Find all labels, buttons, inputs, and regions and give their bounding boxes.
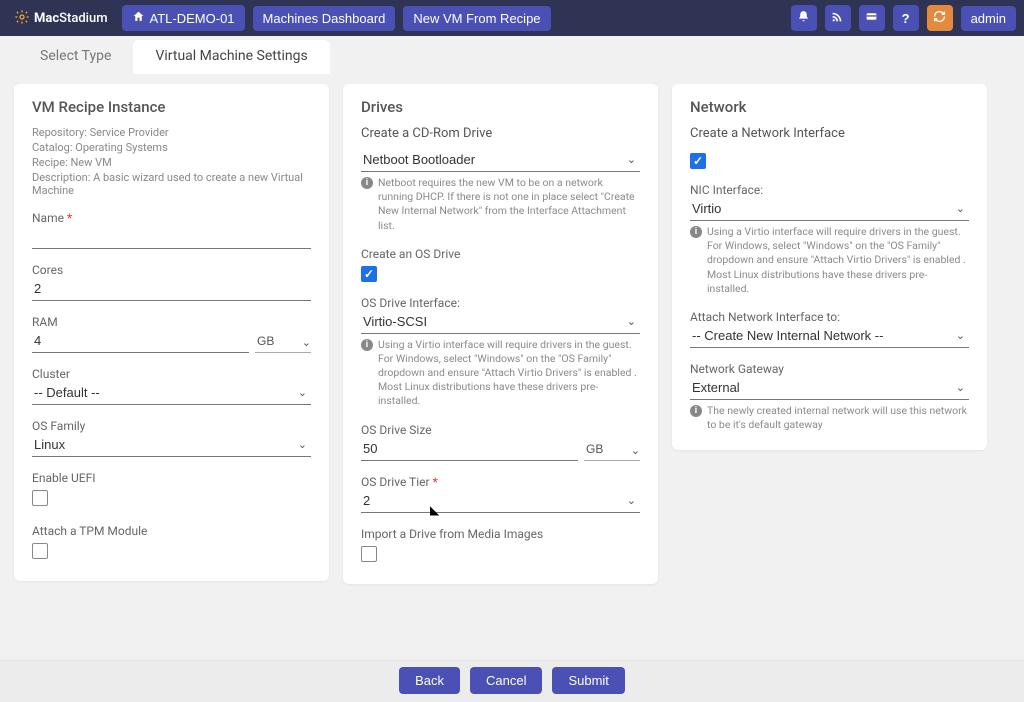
tab-vm-settings[interactable]: Virtual Machine Settings [133,40,329,74]
ossize-unit-select[interactable]: GB [584,439,640,461]
nic-select[interactable]: Virtio [690,198,969,221]
logo: MacStadium [8,9,114,28]
osfamily-label: OS Family [32,419,311,433]
admin-button[interactable]: admin [961,6,1016,31]
osdrive-checkbox[interactable]: ✓ [361,266,377,282]
tpm-label: Attach a TPM Module [32,524,311,538]
cdrom-select[interactable]: Netboot Bootloader [361,149,640,172]
notifications-button[interactable] [791,5,817,31]
ostier-select[interactable]: 2 [361,490,640,513]
cancel-button[interactable]: Cancel [470,667,542,694]
panel-drives-title: Drives [361,98,640,116]
meta-recipe: Recipe: New VM [32,156,311,169]
cdrom-note: i Netboot requires the new VM to be on a… [361,176,640,233]
panel-drives: Drives Create a CD-Rom Drive Netboot Boo… [343,84,658,584]
cores-input[interactable] [32,278,311,301]
info-icon: i [361,177,373,189]
cores-label: Cores [32,263,311,277]
back-button[interactable]: Back [399,667,460,694]
gateway-note: i The newly created internal network wil… [690,404,969,432]
osiface-select[interactable]: Virtio-SCSI [361,311,640,334]
top-nav: MacStadium ATL-DEMO-01 Machines Dashboar… [0,0,1024,36]
rss-icon [831,10,844,26]
gateway-select[interactable]: External [690,377,969,400]
nic-note: i Using a Virtio interface will require … [690,225,969,296]
refresh-button[interactable] [927,5,953,31]
osiface-note: i Using a Virtio interface will require … [361,338,640,409]
ram-label: RAM [32,315,311,329]
ram-input[interactable] [32,330,249,353]
ram-unit-select[interactable]: GB [255,331,311,353]
info-icon: i [690,405,702,417]
osfamily-select[interactable]: Linux [32,434,311,457]
nav-dashboard-button[interactable]: Machines Dashboard [253,6,396,31]
bell-icon [797,10,810,26]
cdrom-label: Create a CD-Rom Drive [361,126,640,141]
nav-home-button[interactable]: ATL-DEMO-01 [122,5,245,31]
create-nic-checkbox[interactable]: ✓ [690,153,706,169]
tabs: Select Type Virtual Machine Settings [0,36,1024,74]
panel-recipe: VM Recipe Instance Repository: Service P… [14,84,329,581]
import-checkbox[interactable] [361,546,377,562]
attach-label: Attach Network Interface to: [690,310,969,324]
submit-button[interactable]: Submit [552,667,624,694]
gateway-label: Network Gateway [690,362,969,376]
cluster-select[interactable]: -- Default -- [32,382,311,405]
attach-select[interactable]: -- Create New Internal Network -- [690,325,969,348]
osdrive-label: Create an OS Drive [361,247,640,261]
nic-label: NIC Interface: [690,183,969,197]
osiface-label: OS Drive Interface: [361,296,640,310]
info-icon: i [361,339,373,351]
create-nic-label: Create a Network Interface [690,126,969,141]
ossize-input[interactable] [361,438,578,461]
logo-sun-icon [14,9,30,28]
meta-desc: Description: A basic wizard used to crea… [32,171,311,197]
cluster-label: Cluster [32,367,311,381]
panel-network-title: Network [690,98,969,116]
tab-select-type[interactable]: Select Type [18,40,133,74]
home-icon [132,10,145,26]
panel-recipe-title: VM Recipe Instance [32,98,311,116]
uefi-checkbox[interactable] [32,490,48,506]
name-input[interactable] [32,226,311,249]
footer: Back Cancel Submit [0,660,1024,702]
nav-home-label: ATL-DEMO-01 [150,11,235,26]
help-icon: ? [902,11,910,26]
panel-network: Network Create a Network Interface ✓ NIC… [672,84,987,450]
logo-text: MacStadium [34,11,108,26]
ossize-label: OS Drive Size [361,423,640,437]
tpm-checkbox[interactable] [32,543,48,559]
info-icon: i [690,226,702,238]
card-button[interactable] [859,5,885,31]
meta-repo: Repository: Service Provider [32,126,311,139]
help-button[interactable]: ? [893,5,919,31]
card-icon [865,10,878,26]
ostier-label: OS Drive Tier * [361,475,640,489]
meta-catalog: Catalog: Operating Systems [32,141,311,154]
nav-newvm-button[interactable]: New VM From Recipe [403,6,550,31]
feed-button[interactable] [825,5,851,31]
refresh-icon [933,10,946,26]
name-label: Name * [32,211,311,225]
content-area: VM Recipe Instance Repository: Service P… [0,74,1024,660]
uefi-label: Enable UEFI [32,471,311,485]
import-label: Import a Drive from Media Images [361,527,640,541]
